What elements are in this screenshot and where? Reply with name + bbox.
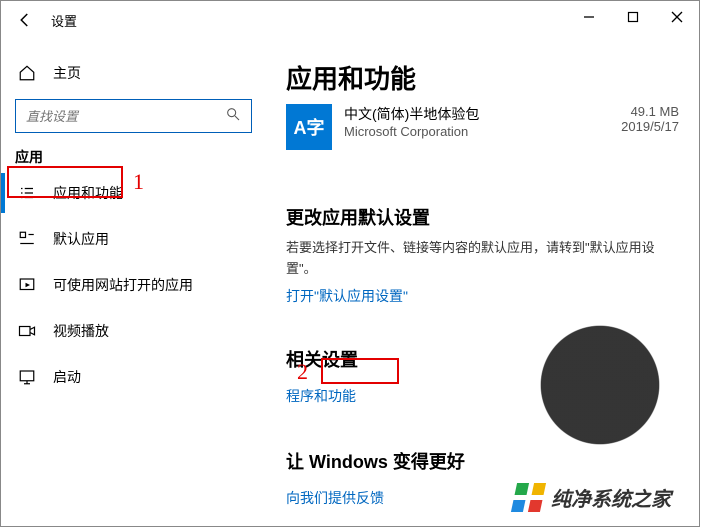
maximize-icon	[627, 11, 639, 23]
content-area: 应用和功能 A字 中文(简体)半地体验包 Microsoft Corporati…	[286, 39, 699, 526]
sidebar-item-default-apps[interactable]: 默认应用	[1, 219, 266, 259]
list-icon	[15, 184, 39, 202]
app-size: 49.1 MB	[621, 104, 679, 119]
back-button[interactable]	[11, 6, 39, 34]
app-meta: 中文(简体)半地体验包 Microsoft Corporation	[344, 104, 621, 139]
brand-icon	[511, 483, 546, 512]
home-icon	[15, 64, 39, 82]
video-icon	[15, 322, 39, 340]
sidebar-home[interactable]: 主页	[1, 53, 266, 93]
defaults-icon	[15, 230, 39, 248]
window-title: 设置	[51, 11, 77, 30]
sidebar-item-label: 启动	[53, 367, 81, 387]
sidebar-home-label: 主页	[53, 63, 81, 83]
arrow-left-icon	[16, 11, 34, 29]
app-date: 2019/5/17	[621, 119, 679, 134]
feedback-link[interactable]: 向我们提供反馈	[286, 488, 384, 508]
defaults-desc: 若要选择打开文件、链接等内容的默认应用，请转到"默认应用设置"。	[286, 238, 679, 280]
minimize-icon	[583, 11, 595, 23]
brand-text: 纯净系统之家	[551, 483, 671, 512]
programs-features-link[interactable]: 程序和功能	[286, 386, 356, 406]
sidebar-item-label: 视频播放	[53, 321, 109, 341]
defaults-section: 更改应用默认设置 若要选择打开文件、链接等内容的默认应用，请转到"默认应用设置"…	[286, 204, 679, 306]
window-controls	[567, 1, 699, 33]
app-name: 中文(简体)半地体验包	[344, 104, 621, 124]
sidebar-item-web-apps[interactable]: 可使用网站打开的应用	[1, 265, 266, 305]
web-apps-icon	[15, 276, 39, 294]
search-icon	[225, 106, 241, 127]
defaults-link[interactable]: 打开"默认应用设置"	[286, 286, 408, 306]
titlebar: 设置	[1, 1, 699, 39]
sidebar-item-label: 应用和功能	[53, 183, 123, 203]
app-publisher: Microsoft Corporation	[344, 124, 621, 139]
sidebar-section-header: 应用	[1, 147, 266, 167]
feedback-title: 让 Windows 变得更好	[286, 448, 679, 474]
active-indicator	[1, 173, 5, 213]
page-title: 应用和功能	[286, 59, 679, 96]
search-input[interactable]	[26, 109, 225, 124]
watermark-logo	[535, 320, 665, 450]
defaults-title: 更改应用默认设置	[286, 204, 679, 230]
sidebar-item-apps-features[interactable]: 应用和功能	[1, 173, 266, 213]
minimize-button[interactable]	[567, 1, 611, 33]
startup-icon	[15, 368, 39, 386]
sidebar: 主页 应用 应用和功能 默认应用 可使用网站打开的应用	[1, 39, 266, 526]
sidebar-item-label: 可使用网站打开的应用	[53, 275, 193, 295]
sidebar-item-video-playback[interactable]: 视频播放	[1, 311, 266, 351]
close-button[interactable]	[655, 1, 699, 33]
sidebar-item-startup[interactable]: 启动	[1, 357, 266, 397]
app-list-item[interactable]: A字 中文(简体)半地体验包 Microsoft Corporation 49.…	[286, 104, 679, 150]
close-icon	[671, 11, 683, 23]
settings-window: 设置 主页 应用	[0, 0, 700, 527]
app-right-info: 49.1 MB 2019/5/17	[621, 104, 679, 134]
app-tile-icon: A字	[286, 104, 332, 150]
maximize-button[interactable]	[611, 1, 655, 33]
search-box[interactable]	[15, 99, 252, 133]
sidebar-item-label: 默认应用	[53, 229, 109, 249]
brand-watermark: 纯净系统之家	[514, 483, 671, 512]
